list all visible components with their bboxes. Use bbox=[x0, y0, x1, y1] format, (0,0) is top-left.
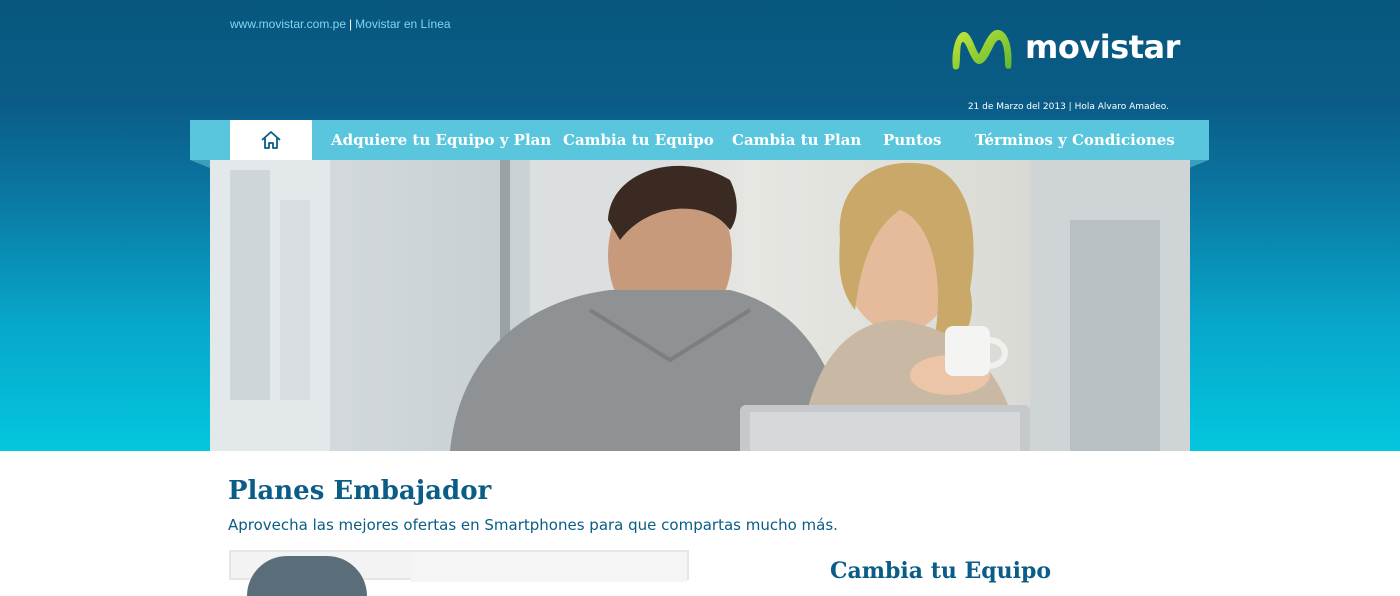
promo-card-image[interactable] bbox=[229, 550, 689, 596]
nav-item-adquiere[interactable]: Adquiere tu Equipo y Plan bbox=[331, 120, 551, 160]
movistar-logo[interactable]: movistar bbox=[949, 24, 1180, 74]
nav-item-puntos[interactable]: Puntos bbox=[883, 120, 941, 160]
person-photo-crop bbox=[247, 556, 367, 596]
hero-banner-image bbox=[210, 160, 1190, 451]
movistar-online-link[interactable]: Movistar en Línea bbox=[355, 17, 450, 31]
nav-item-cambia-equipo[interactable]: Cambia tu Equipo bbox=[563, 120, 714, 160]
couple-photo-illustration bbox=[210, 160, 1190, 451]
home-icon bbox=[261, 131, 281, 149]
movistar-m-icon bbox=[952, 29, 1012, 70]
top-header bbox=[0, 0, 1400, 96]
brand-name: movistar bbox=[1025, 28, 1180, 66]
nav-home-button[interactable] bbox=[230, 120, 312, 160]
main-nav: Adquiere tu Equipo y Plan Cambia tu Equi… bbox=[190, 120, 1209, 160]
nav-item-cambia-plan[interactable]: Cambia tu Plan bbox=[732, 120, 861, 160]
top-links: www.movistar.com.pe | Movistar en Línea bbox=[230, 17, 451, 31]
page-subtitle: Aprovecha las mejores ofertas en Smartph… bbox=[228, 516, 838, 534]
promo-card-background bbox=[411, 552, 687, 582]
nav-fold-left bbox=[190, 160, 210, 168]
nav-fold-right bbox=[1189, 160, 1209, 168]
page-title: Planes Embajador bbox=[228, 476, 492, 506]
user-greeting: 21 de Marzo del 2013 | Hola Alvaro Amade… bbox=[967, 102, 1169, 112]
movistar-site-link[interactable]: www.movistar.com.pe bbox=[230, 17, 346, 31]
nav-item-terminos[interactable]: Términos y Condiciones bbox=[975, 120, 1175, 160]
section-title-cambia-equipo: Cambia tu Equipo bbox=[830, 558, 1052, 584]
link-separator: | bbox=[349, 17, 353, 31]
